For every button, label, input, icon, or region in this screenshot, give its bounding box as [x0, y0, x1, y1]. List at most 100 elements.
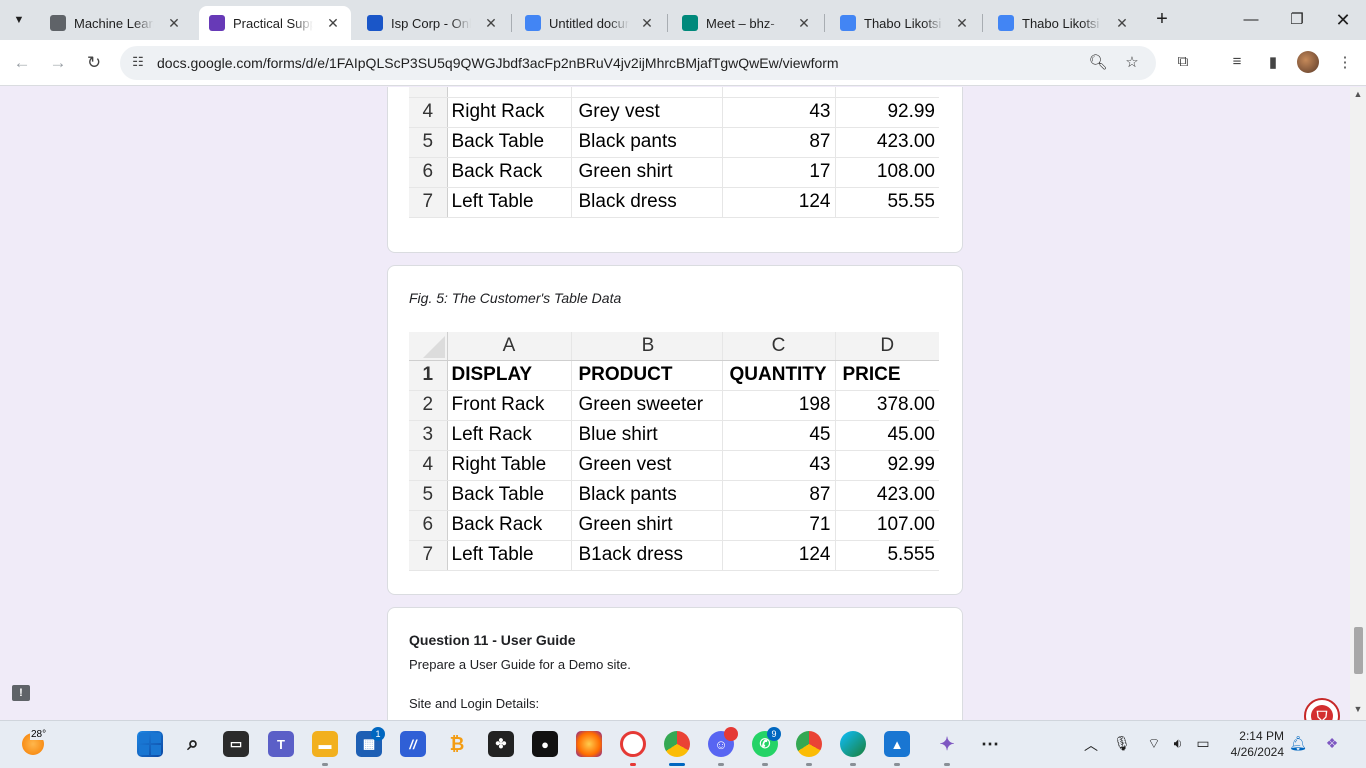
- notification-bell-icon[interactable]: 🔔︎: [1288, 735, 1308, 752]
- tab-close-icon[interactable]: ✕: [639, 15, 655, 32]
- cell-display: Left Table: [447, 540, 572, 571]
- tab-separator: [982, 14, 983, 32]
- scroll-up-icon[interactable]: ▲: [1350, 89, 1366, 103]
- spreadsheet-image-top: 3Left RackBlue shirt4554.004Right RackGr…: [409, 87, 939, 218]
- running-indicator: [850, 763, 856, 766]
- page-scrollbar[interactable]: ▲ ▼: [1350, 87, 1366, 720]
- table-row: 7 Left Table Black dress 124 55.55: [409, 187, 939, 218]
- more-apps-icon[interactable]: ⋯: [977, 731, 1003, 757]
- github-icon[interactable]: ●: [532, 731, 558, 757]
- cell-product: Black pants: [571, 127, 723, 158]
- tab-title: Meet – bhz-: [706, 15, 775, 31]
- site-settings-icon[interactable]: ☷: [130, 54, 146, 70]
- side-panel-icon[interactable]: ▮: [1262, 53, 1284, 73]
- cell-product: Grey vest: [571, 97, 723, 128]
- tab-search-chevron-icon[interactable]: ▼: [6, 8, 32, 32]
- cell-quantity: 45: [722, 420, 836, 451]
- cell-price: 107.00: [835, 510, 939, 541]
- tab-close-icon[interactable]: ✕: [483, 15, 499, 32]
- microphone-icon[interactable]: 🎙︎: [1112, 735, 1132, 752]
- docs-icon: [998, 15, 1014, 31]
- running-indicator: [630, 763, 636, 766]
- url-text[interactable]: docs.google.com/forms/d/e/1FAIpQLScP3SU5…: [157, 55, 839, 71]
- bitcoin-app-icon[interactable]: ₿: [444, 731, 470, 757]
- cell-quantity: 87: [722, 127, 836, 158]
- volume-icon[interactable]: 🔉︎: [1168, 735, 1188, 752]
- shield-icon: ⛉: [1311, 705, 1333, 720]
- cell-price: 55.55: [835, 187, 939, 218]
- restore-button[interactable]: ❐: [1274, 6, 1320, 34]
- media-control-icon[interactable]: ≡: [1226, 53, 1248, 73]
- pen-app-icon[interactable]: //: [400, 731, 426, 757]
- minimize-button[interactable]: —: [1228, 6, 1274, 34]
- column-header-c: C: [722, 332, 836, 361]
- table-row: 4 Right Rack Grey vest 43 92.99: [409, 97, 939, 128]
- weather-temperature[interactable]: 28°: [30, 729, 48, 740]
- tab-close-icon[interactable]: ✕: [166, 15, 182, 32]
- address-bar[interactable]: ☷ docs.google.com/forms/d/e/1FAIpQLScP3S…: [120, 46, 1156, 80]
- edge-icon[interactable]: [840, 731, 866, 757]
- cell-display: Front Rack: [447, 390, 572, 421]
- menu-kebab-icon[interactable]: ⋮: [1334, 53, 1356, 73]
- report-feedback-icon[interactable]: !: [12, 685, 30, 701]
- browser-tab[interactable]: Thabo Likotsi Ju ✕: [830, 6, 980, 40]
- chrome-profile-icon[interactable]: [796, 731, 822, 757]
- tab-close-icon[interactable]: ✕: [1114, 15, 1130, 32]
- column-header-b: B: [571, 332, 723, 361]
- tab-close-icon[interactable]: ✕: [796, 15, 812, 32]
- bookmark-star-icon[interactable]: ☆: [1122, 53, 1142, 73]
- table-row: 3Left RackBlue shirt4554.00: [409, 87, 939, 98]
- table-row: 4 Right Table Green vest 43 92.99: [409, 450, 939, 481]
- select-all-corner: [409, 332, 448, 361]
- search-icon[interactable]: ⌕: [180, 731, 206, 757]
- file-explorer-icon[interactable]: ▬: [312, 731, 338, 757]
- browser-tab[interactable]: Thabo Likotsi Ju ✕: [988, 6, 1140, 40]
- tab-title: Practical Suppo: [233, 15, 313, 31]
- task-view-icon[interactable]: ▭: [223, 731, 249, 757]
- new-tab-button[interactable]: +: [1150, 8, 1174, 32]
- floating-extension-button[interactable]: ⛉: [1304, 698, 1340, 720]
- extensions-icon[interactable]: ⧉: [1172, 53, 1194, 73]
- cell-quantity: 43: [722, 450, 836, 481]
- figma-icon[interactable]: ✤: [488, 731, 514, 757]
- forward-button[interactable]: →: [45, 50, 71, 76]
- tab-close-icon[interactable]: ✕: [325, 15, 341, 32]
- cell-product: B1ack dress: [571, 540, 723, 571]
- wifi-icon[interactable]: ⌔: [1144, 735, 1164, 753]
- start-windows-icon[interactable]: [137, 731, 163, 757]
- cell-price: 108.00: [835, 157, 939, 188]
- browser-tab[interactable]: Untitled docum ✕: [515, 6, 665, 40]
- reload-button[interactable]: ↻: [81, 50, 107, 76]
- zoom-icon[interactable]: 🔍︎: [1088, 53, 1108, 73]
- profile-avatar[interactable]: [1297, 51, 1319, 73]
- cell-quantity: 71: [722, 510, 836, 541]
- chrome-icon[interactable]: [664, 731, 690, 757]
- header-quantity: QUANTITY: [722, 360, 836, 391]
- firefox-icon[interactable]: [576, 731, 602, 757]
- photos-icon[interactable]: ▲: [884, 731, 910, 757]
- scroll-down-icon[interactable]: ▼: [1350, 704, 1366, 718]
- cell-display: Left Rack: [447, 420, 572, 451]
- tray-chevron-up-icon[interactable]: ︿: [1081, 735, 1101, 755]
- copilot-pre-icon[interactable]: ❖: [1322, 735, 1342, 752]
- browser-tab[interactable]: Machine Learnir ✕: [40, 6, 192, 40]
- cell-display: Back Rack: [447, 510, 572, 541]
- tab-close-icon[interactable]: ✕: [954, 15, 970, 32]
- row-number: 3: [409, 420, 448, 451]
- copilot-sparkle-icon[interactable]: ✦: [934, 731, 960, 757]
- scrollbar-thumb[interactable]: [1354, 627, 1363, 674]
- opera-icon[interactable]: [620, 731, 646, 757]
- close-window-button[interactable]: ✕: [1320, 6, 1366, 34]
- teams-icon[interactable]: T: [268, 731, 294, 757]
- table-row: 7 Left Table B1ack dress 124 5.555: [409, 540, 939, 571]
- system-clock[interactable]: 2:14 PM 4/26/2024: [1226, 728, 1284, 760]
- tab-title: Untitled docum: [549, 15, 629, 31]
- form-card-figure-5: Fig. 5: The Customer's Table Data A B C …: [387, 265, 963, 595]
- back-button[interactable]: ←: [9, 50, 35, 76]
- running-indicator: [894, 763, 900, 766]
- tab-title: Thabo Likotsi Ju: [864, 15, 944, 31]
- browser-tab[interactable]: Isp Corp - Onlin ✕: [357, 6, 509, 40]
- browser-tab[interactable]: Practical Suppo ✕: [199, 6, 351, 40]
- browser-tab[interactable]: Meet – bhz- ✕: [672, 6, 822, 40]
- battery-icon[interactable]: ▭: [1193, 735, 1213, 752]
